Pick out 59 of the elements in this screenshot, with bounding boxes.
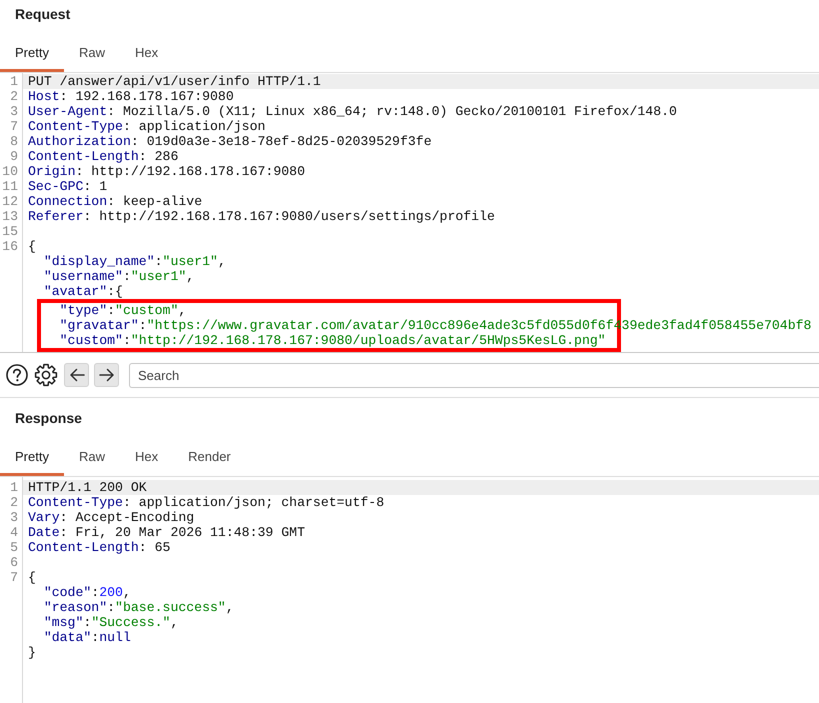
line-number: 9 <box>10 149 18 164</box>
line-number: 3 <box>10 104 18 119</box>
code-line: Content-Length: 286 <box>28 149 178 164</box>
view-tab[interactable]: Hex <box>120 36 174 72</box>
line-number: 13 <box>2 209 18 224</box>
code-line: User-Agent: Mozilla/5.0 (X11; Linux x86_64; rv:148.0) Gecko/20100101 Firefox/148.0 <box>28 104 677 119</box>
code-line: Sec-GPC: 1 <box>28 179 108 194</box>
line-number: 7 <box>10 570 18 585</box>
line-number: 5 <box>10 540 18 555</box>
section-title: Response <box>15 410 82 427</box>
line-number: 15 <box>2 224 18 239</box>
code-line: Host: 192.168.178.167:9080 <box>28 89 234 104</box>
view-tab[interactable]: Raw <box>64 36 120 72</box>
code-line: { <box>28 239 36 254</box>
code-line: } <box>28 645 36 660</box>
line-number: 12 <box>2 194 18 209</box>
code-line: "code":200, <box>44 585 131 600</box>
code-line: Connection: keep-alive <box>28 194 202 209</box>
code-line: "type":"custom", <box>60 303 186 318</box>
line-number: 1 <box>10 480 18 495</box>
code-line: Vary: Accept-Encoding <box>28 510 194 525</box>
line-number: 16 <box>2 239 18 254</box>
line-number: 8 <box>10 134 18 149</box>
view-tab[interactable]: Hex <box>120 440 174 476</box>
code-line: "reason":"base.success", <box>44 600 234 615</box>
code-line: Origin: http://192.168.178.167:9080 <box>28 164 305 179</box>
search-field[interactable]: Search <box>129 362 819 388</box>
forward-button[interactable] <box>94 363 119 387</box>
view-tab[interactable]: Render <box>173 440 246 476</box>
view-tab[interactable]: Pretty <box>0 440 64 476</box>
line-number: 2 <box>10 495 18 510</box>
arrow-right-icon <box>98 368 114 382</box>
line-number: 7 <box>10 119 18 134</box>
code-line: { <box>28 570 36 585</box>
line-number: 4 <box>10 525 18 540</box>
back-button[interactable] <box>64 363 89 387</box>
line-number: 6 <box>10 555 18 570</box>
line-number: 10 <box>2 164 18 179</box>
code-line: Referer: http://192.168.178.167:9080/users/settings/profile <box>28 209 495 224</box>
code-line: Content-Type: application/json; charset=utf-8 <box>28 495 384 510</box>
code-line: "avatar":{ <box>44 284 123 299</box>
settings-icon[interactable] <box>34 363 58 387</box>
code-line: "custom":"http://192.168.178.167:9080/uploads/avatar/5HWps5KesLG.png" <box>60 333 606 348</box>
code-line: "msg":"Success.", <box>44 615 178 630</box>
line-number: 3 <box>10 510 18 525</box>
line-number: 2 <box>10 89 18 104</box>
code-line: Content-Type: application/json <box>28 119 266 134</box>
section-title: Request <box>15 6 70 23</box>
line-number: 1 <box>10 74 18 89</box>
code-line: Date: Fri, 20 Mar 2026 11:48:39 GMT <box>28 525 305 540</box>
code-line: "display_name":"user1", <box>44 254 226 269</box>
line-number: 11 <box>2 179 18 194</box>
view-tab[interactable]: Raw <box>64 440 120 476</box>
code-line: Authorization: 019d0a3e-3e18-78ef-8d25-02039529f3fe <box>28 134 432 149</box>
code-line: Content-Length: 65 <box>28 540 170 555</box>
help-icon[interactable] <box>6 364 28 386</box>
code-line: "username":"user1", <box>44 269 194 284</box>
code-line: "data":null <box>44 630 131 645</box>
arrow-left-icon <box>68 368 84 382</box>
